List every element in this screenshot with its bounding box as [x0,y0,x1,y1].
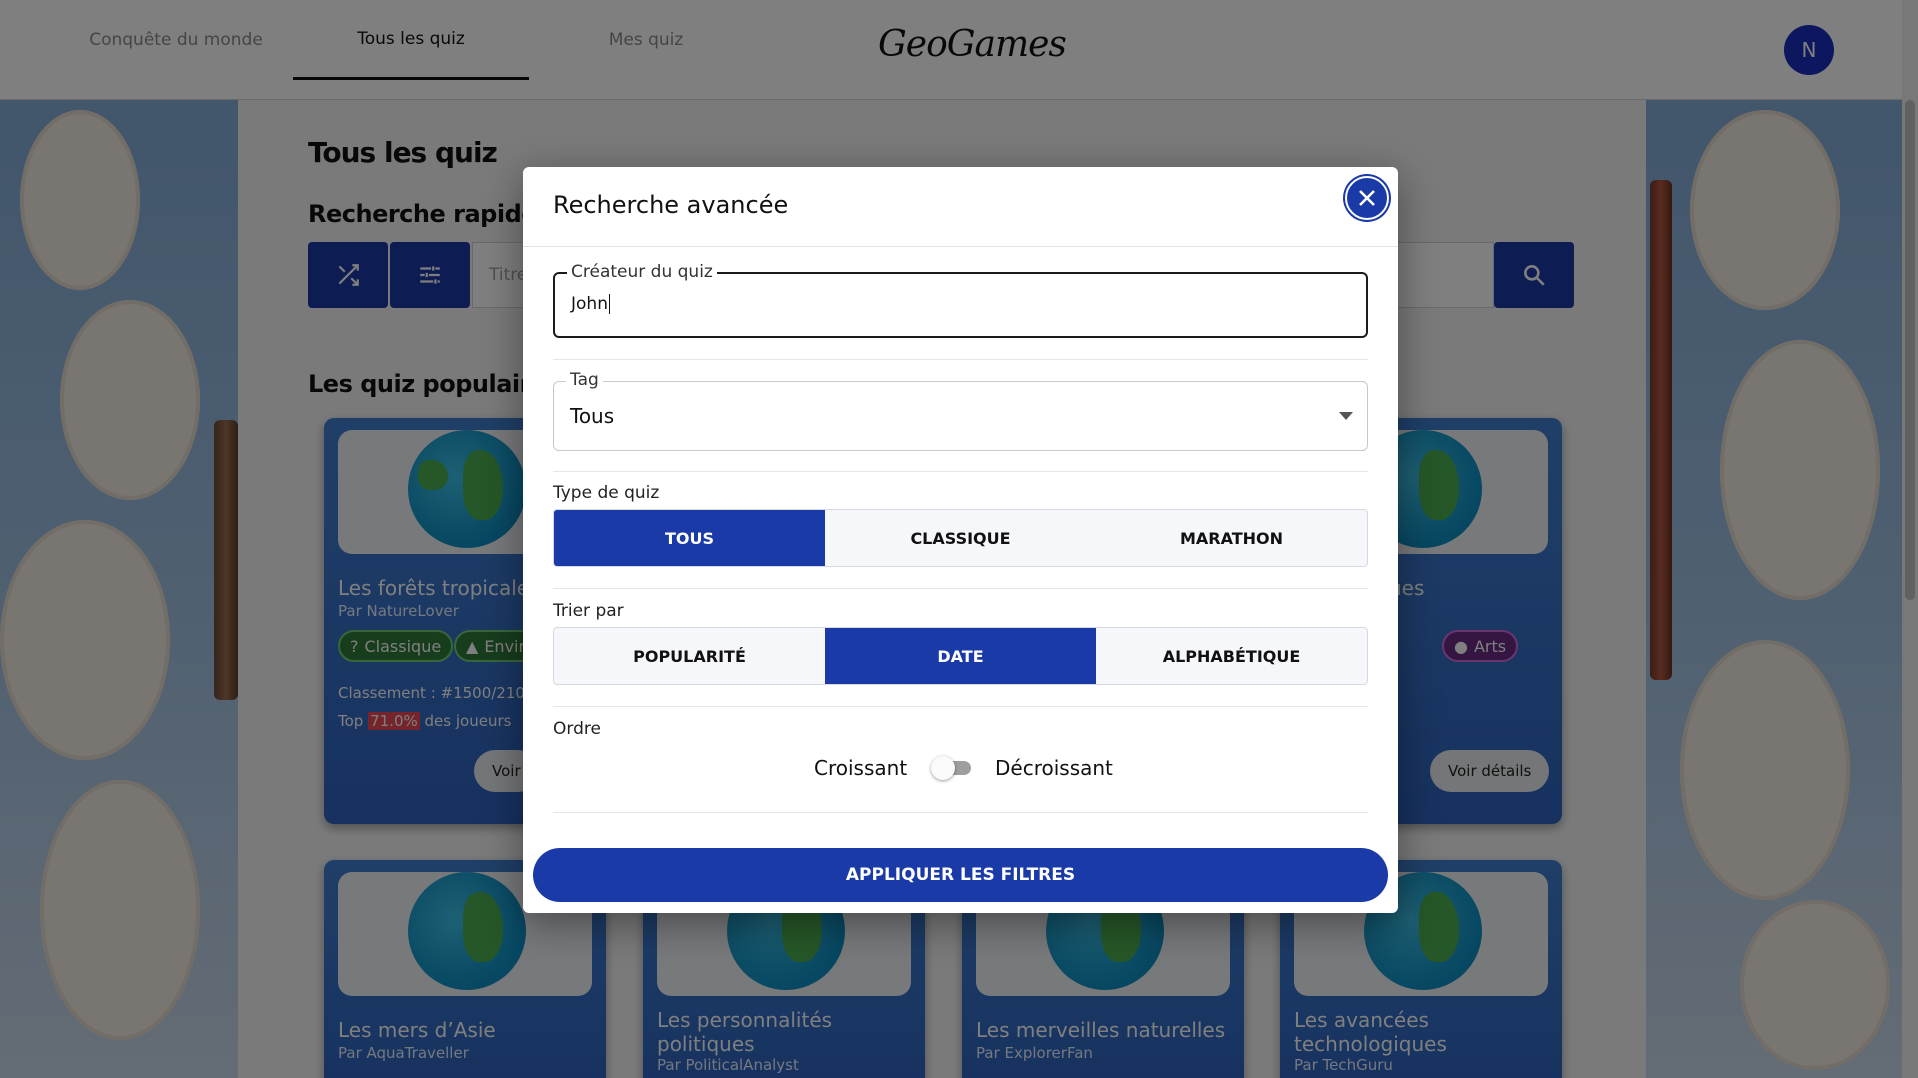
divider [553,706,1368,707]
divider [553,359,1368,360]
switch-knob [931,756,955,780]
divider [553,471,1368,472]
tag-select[interactable]: Tag Tous [553,370,1368,451]
dialog-header: Recherche avancée [523,167,1398,247]
quiz-type-label: Type de quiz [553,483,660,503]
creator-field[interactable]: Créateur du quiz John [553,262,1368,338]
sort-by-label: Trier par [553,601,624,621]
ascending-label: Croissant [814,756,908,780]
advanced-search-dialog: Recherche avancée Créateur du quiz John … [523,167,1398,913]
order-label: Ordre [553,719,601,739]
order-switch[interactable] [931,756,973,780]
tag-label: Tag [566,370,603,390]
sort-option-date[interactable]: DATE [825,628,1096,684]
order-toggle-row: Croissant Décroissant [523,750,1398,786]
creator-input[interactable]: John [571,294,610,314]
descending-label: Décroissant [995,756,1113,780]
sort-by-toggle-group: POPULARITÉ DATE ALPHABÉTIQUE [553,627,1368,685]
divider [553,812,1368,813]
type-option-marathon[interactable]: MARATHON [1096,510,1367,566]
dialog-title: Recherche avancée [553,191,789,219]
type-option-classic[interactable]: CLASSIQUE [825,510,1096,566]
divider [553,588,1368,589]
sort-option-alphabetical[interactable]: ALPHABÉTIQUE [1096,628,1367,684]
dropdown-arrow-icon [1339,412,1353,420]
close-dialog-button[interactable] [1345,176,1389,220]
creator-label: Créateur du quiz [567,262,717,282]
type-option-all[interactable]: TOUS [554,510,825,566]
close-icon [1359,190,1375,206]
apply-filters-button[interactable]: APPLIQUER LES FILTRES [533,848,1388,902]
tag-selected-value: Tous [570,404,615,428]
quiz-type-toggle-group: TOUS CLASSIQUE MARATHON [553,509,1368,567]
sort-option-popularity[interactable]: POPULARITÉ [554,628,825,684]
